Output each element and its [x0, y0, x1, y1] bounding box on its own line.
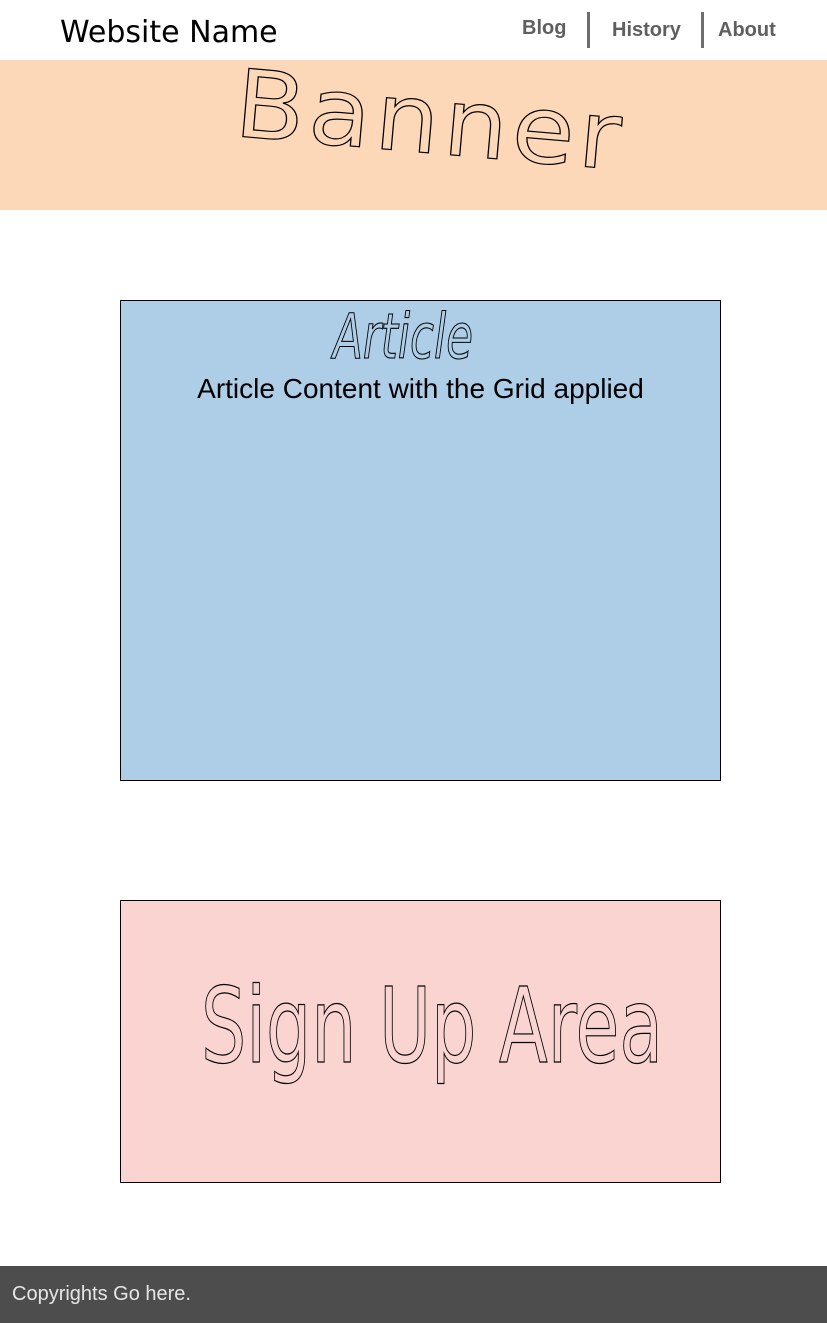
nav-link-about[interactable]: About — [718, 19, 776, 42]
signup-label: Sign Up Area — [201, 965, 663, 1087]
signup-label-svg: Sign Up Area — [200, 964, 663, 1087]
page: Website Name Blog History About Banner A… — [0, 0, 827, 1323]
copyright-text: Copyrights Go here. — [12, 1283, 191, 1305]
nav-divider — [701, 12, 704, 48]
article-heading: Article — [331, 301, 473, 373]
nav-divider — [587, 12, 590, 48]
banner-label: Banner — [231, 60, 630, 193]
banner-label-svg: Banner — [230, 60, 630, 193]
nav-link-history[interactable]: History — [612, 19, 681, 42]
site-header: Website Name Blog History About — [0, 0, 827, 60]
nav-link-blog[interactable]: Blog — [522, 17, 566, 40]
article-box: Article Article Content with the Grid ap… — [120, 300, 721, 781]
site-footer: Copyrights Go here. — [0, 1266, 827, 1323]
signup-area[interactable]: Sign Up Area — [120, 900, 721, 1183]
banner: Banner — [0, 60, 827, 210]
site-name[interactable]: Website Name — [60, 14, 278, 52]
article-heading-svg: Article — [330, 301, 473, 374]
article-content: Article Content with the Grid applied — [197, 373, 644, 404]
